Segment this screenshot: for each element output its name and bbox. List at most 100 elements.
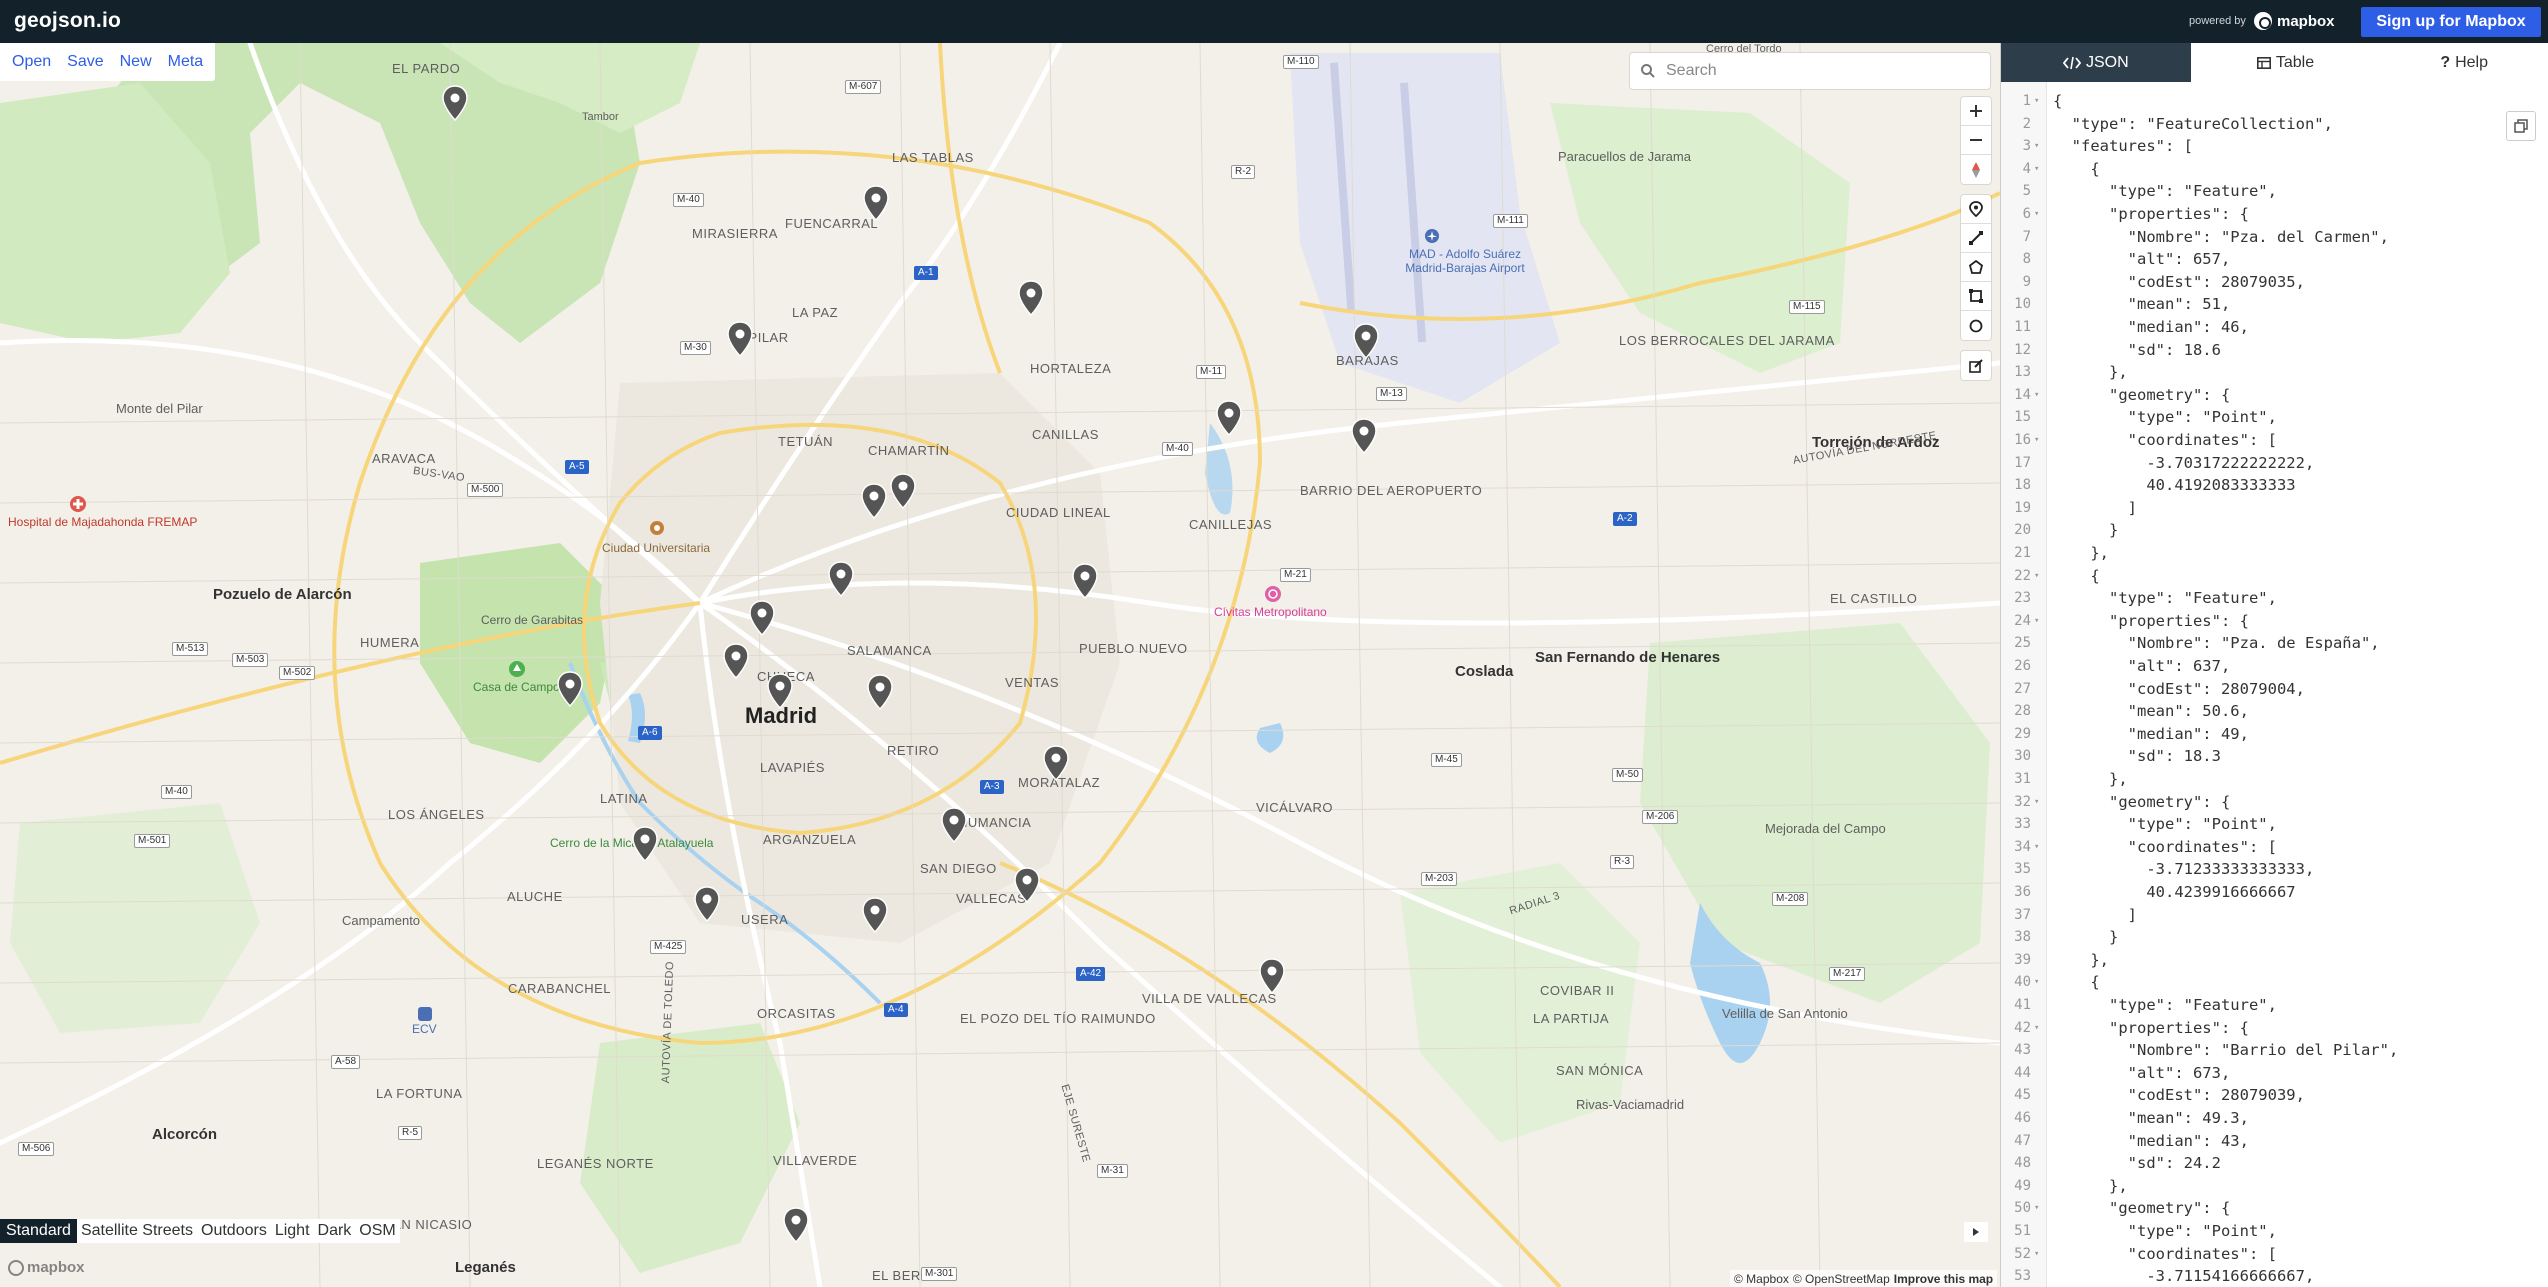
new-menu-button[interactable]: New [112,53,160,71]
code-text: "codEst": 28079035, [2053,272,2305,291]
attribution-osm-link[interactable]: © OpenStreetMap [1793,1272,1890,1286]
draw-polygon-button[interactable] [1961,253,1991,282]
map-style-switcher: Standard Satellite Streets Outdoors Ligh… [0,1219,400,1243]
map-marker-pin-icon[interactable] [1014,867,1040,903]
stadium-icon [1265,586,1281,602]
map-label-place: VICÁLVARO [1256,800,1333,815]
line-number: 45 [2014,1087,2031,1104]
style-option-standard[interactable]: Standard [0,1219,77,1243]
signup-button[interactable]: Sign up for Mapbox [2361,7,2541,37]
code-line: 2 "type": "FeatureCollection", [2001,113,2548,136]
map-marker-pin-icon[interactable] [1351,418,1377,454]
draw-circle-button[interactable] [1961,311,1991,340]
mapbox-wordmark-label: mapbox [27,1259,85,1276]
road-shield: A-3 [980,780,1004,794]
map-canvas[interactable]: Madrid EL PARDO LAS TABLAS FUENCARRAL MI… [0,43,2000,1287]
style-option-dark[interactable]: Dark [314,1219,356,1243]
draw-marker-button[interactable] [1961,195,1991,224]
map-label-place: LOS ÁNGELES [388,807,485,822]
app-logo[interactable]: geojson.io [14,9,121,33]
fold-toggle-icon[interactable]: ▾ [2034,158,2039,181]
map-pin-icon [1969,201,1983,217]
line-number: 23 [2014,590,2031,607]
road-shield: A-4 [884,1003,908,1017]
mapbox-brand[interactable]: mapbox [2254,10,2335,32]
style-option-osm[interactable]: OSM [355,1219,399,1243]
map-marker-pin-icon[interactable] [890,473,916,509]
attribution-mapbox-link[interactable]: © Mapbox [1734,1272,1789,1286]
map-marker-pin-icon[interactable] [442,85,468,121]
map-marker-pin-icon[interactable] [1043,745,1069,781]
map-marker-pin-icon[interactable] [557,671,583,707]
improve-map-link[interactable]: Improve this map [1894,1272,1993,1286]
map-marker-pin-icon[interactable] [862,897,888,933]
fold-toggle-icon[interactable]: ▾ [2034,384,2039,407]
style-option-light[interactable]: Light [271,1219,314,1243]
fold-toggle-icon[interactable]: ▾ [2034,791,2039,814]
draw-line-button[interactable] [1961,224,1991,253]
meta-menu-button[interactable]: Meta [160,53,212,71]
map-label-place: TETUÁN [778,434,833,449]
json-code-editor[interactable]: 1 ▾{2 "type": "FeatureCollection", 3 ▾ "fea… [2001,82,2548,1287]
style-option-satellite-streets[interactable]: Satellite Streets [77,1219,197,1243]
code-text: "properties": { [2053,611,2249,630]
draw-rectangle-button[interactable] [1961,282,1991,311]
fold-toggle-icon[interactable]: ▾ [2034,610,2039,633]
search-input[interactable] [1666,62,1966,80]
line-number: 10 [2014,296,2031,313]
road-shield: R-5 [398,1126,423,1140]
map-marker-pin-icon[interactable] [1018,280,1044,316]
fold-toggle-icon[interactable]: ▾ [2034,135,2039,158]
copy-button[interactable] [2506,111,2536,141]
map-marker-pin-icon[interactable] [861,483,887,519]
road-shield: A-2 [1613,512,1637,526]
map-marker-pin-icon[interactable] [749,600,775,636]
map-marker-pin-icon[interactable] [828,561,854,597]
road-shield: A-5 [565,460,589,474]
style-option-outdoors[interactable]: Outdoors [197,1219,271,1243]
map-marker-pin-icon[interactable] [941,807,967,843]
zoom-out-button[interactable] [1961,126,1991,155]
open-menu-button[interactable]: Open [4,53,59,71]
map-marker-pin-icon[interactable] [1216,400,1242,436]
road-shield: M-31 [1097,1164,1128,1178]
edit-features-button[interactable] [1961,351,1991,380]
map-marker-pin-icon[interactable] [863,185,889,221]
collapse-panel-button[interactable] [1964,1222,1988,1242]
mapbox-logo-icon [2254,12,2272,30]
map-marker-pin-icon[interactable] [1259,958,1285,994]
map-label-place: PUEBLO NUEVO [1079,641,1188,656]
save-menu-button[interactable]: Save [59,53,111,71]
map-marker-pin-icon[interactable] [723,643,749,679]
code-line: 13 }, [2001,361,2548,384]
compass-button[interactable] [1961,155,1991,184]
map-marker-pin-icon[interactable] [727,321,753,357]
fold-toggle-icon[interactable]: ▾ [2034,971,2039,994]
map-label-place: ALUCHE [507,889,563,904]
line-number: 22 [2014,567,2031,584]
map-marker-pin-icon[interactable] [783,1207,809,1243]
code-text: "type": "Point", [2053,815,2277,834]
fold-toggle-icon[interactable]: ▾ [2034,565,2039,588]
fold-toggle-icon[interactable]: ▾ [2034,1243,2039,1266]
fold-toggle-icon[interactable]: ▾ [2034,429,2039,452]
code-text: }, [2053,770,2128,788]
tab-help[interactable]: ? Help [2380,43,2548,82]
tab-json[interactable]: JSON [2001,43,2191,82]
fold-toggle-icon[interactable]: ▾ [2034,1017,2039,1040]
zoom-in-button[interactable] [1961,97,1991,126]
map-marker-pin-icon[interactable] [867,674,893,710]
map-marker-pin-icon[interactable] [767,673,793,709]
mapbox-wordmark[interactable]: mapbox [8,1259,85,1276]
map-marker-pin-icon[interactable] [632,826,658,862]
map-marker-pin-icon[interactable] [1072,563,1098,599]
code-text: "median": 43, [2053,1131,2249,1150]
fold-toggle-icon[interactable]: ▾ [2034,203,2039,226]
tab-table[interactable]: Table [2191,43,2381,82]
map-marker-pin-icon[interactable] [1353,323,1379,359]
fold-toggle-icon[interactable]: ▾ [2034,836,2039,859]
fold-toggle-icon[interactable]: ▾ [2034,1197,2039,1220]
map-marker-pin-icon[interactable] [694,886,720,922]
fold-toggle-icon[interactable]: ▾ [2034,90,2039,113]
rectangle-icon [1969,289,1983,303]
